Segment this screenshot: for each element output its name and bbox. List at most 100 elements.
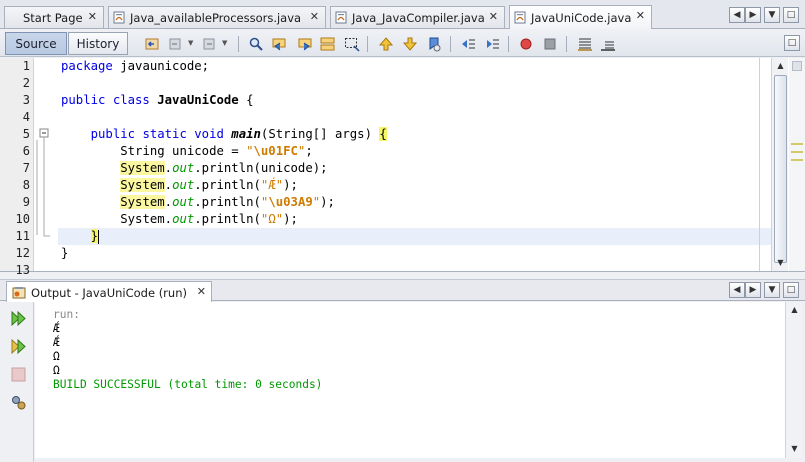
toolbar-separator: [450, 36, 451, 52]
scroll-tabs-left-button[interactable]: ◀: [729, 282, 745, 298]
forward-dropdown-icon[interactable]: ▼: [222, 39, 227, 47]
right-margin-line: [759, 58, 760, 271]
find-next-icon[interactable]: [296, 36, 312, 52]
previous-bookmark-icon[interactable]: [378, 36, 394, 52]
tab-javaunicode[interactable]: JavaUniCode.java ✕: [509, 5, 652, 29]
toggle-highlight-icon[interactable]: [320, 36, 336, 52]
toolbar-separator: [367, 36, 368, 52]
back-dropdown-icon[interactable]: ▼: [188, 39, 193, 47]
code-line-12: }: [61, 246, 69, 260]
line-number: 6: [22, 144, 30, 158]
output-line: Ω: [53, 350, 60, 363]
close-icon[interactable]: ✕: [197, 285, 206, 298]
toggle-bookmark-icon[interactable]: [426, 36, 442, 52]
tab-label: Java_JavaCompiler.java: [352, 10, 485, 25]
output-window-icon: [12, 286, 26, 298]
text-caret: [98, 229, 100, 244]
output-line: run:: [53, 308, 80, 321]
output-line: Ǽ: [53, 336, 60, 349]
code-line-5: public static void main(String[] args) {: [90, 127, 387, 141]
back-icon[interactable]: [168, 36, 184, 52]
error-stripe: [789, 58, 805, 271]
tab-label: Start Page: [23, 10, 83, 25]
editor-vertical-scrollbar[interactable]: ▲ ▼: [771, 58, 788, 271]
occurrence-mark[interactable]: [791, 151, 803, 153]
tab-java-javacompiler[interactable]: Java_JavaCompiler.java ✕: [330, 6, 505, 28]
stop-icon[interactable]: [10, 366, 27, 383]
next-bookmark-icon[interactable]: [402, 36, 418, 52]
line-number: 2: [22, 76, 30, 90]
scroll-up-button[interactable]: ▲: [787, 303, 802, 317]
scroll-down-button[interactable]: ▼: [773, 256, 788, 270]
find-selection-icon[interactable]: [248, 36, 264, 52]
uncomment-icon[interactable]: [600, 36, 616, 52]
shift-left-icon[interactable]: [460, 36, 476, 52]
java-file-icon: [514, 11, 526, 24]
output-console[interactable]: run: Ǽ Ǽ Ω Ω BUILD SUCCESSFUL (total tim…: [35, 302, 785, 458]
stop-macro-icon[interactable]: [542, 36, 558, 52]
show-opened-documents-button[interactable]: ▼: [764, 7, 780, 23]
close-icon[interactable]: ✕: [489, 10, 498, 23]
last-edit-icon[interactable]: [144, 36, 160, 52]
forward-icon[interactable]: [201, 36, 217, 52]
tab-start-page[interactable]: Start Page ✕: [4, 6, 104, 28]
toolbar-separator: [508, 36, 509, 52]
find-previous-icon[interactable]: [272, 36, 288, 52]
code-editor[interactable]: 1 2 3 4 5 6 7 8 9 10 11 12 13 package ja…: [0, 58, 805, 277]
code-line-8: System.out.println("Ǽ");: [120, 178, 298, 192]
occurrence-mark[interactable]: [791, 159, 803, 161]
output-line: Ω: [53, 364, 60, 377]
scroll-down-button[interactable]: ▼: [787, 442, 802, 456]
split-editor-button[interactable]: □: [784, 35, 800, 51]
editor-toolbar: Source History ▼ ▼ □: [0, 30, 805, 57]
java-file-icon: [335, 11, 347, 24]
line-number: 8: [22, 178, 30, 192]
code-line-6: String unicode = "\u01FC";: [120, 144, 313, 158]
start-macro-icon[interactable]: [518, 36, 534, 52]
close-icon[interactable]: ✕: [88, 10, 97, 23]
tab-label: Java_availableProcessors.java: [130, 10, 302, 25]
code-text-area[interactable]: package javaunicode; public class JavaUn…: [58, 58, 771, 271]
close-icon[interactable]: ✕: [310, 10, 319, 23]
code-line-3: public class JavaUniCode {: [61, 93, 254, 107]
scroll-tabs-right-button[interactable]: ▶: [745, 282, 761, 298]
line-number: 13: [15, 263, 30, 277]
scrollbar-thumb[interactable]: [774, 75, 787, 263]
tab-output-javaunicode[interactable]: Output - JavaUniCode (run) ✕: [6, 281, 212, 303]
source-view-button[interactable]: Source: [5, 32, 67, 55]
tab-java-availableprocessors[interactable]: Java_availableProcessors.java ✕: [108, 6, 326, 28]
line-number: 3: [22, 93, 30, 107]
output-line: Ǽ: [53, 322, 60, 335]
scroll-tabs-left-button[interactable]: ◀: [729, 7, 745, 23]
code-line-11: }: [90, 229, 100, 244]
error-status-icon: [792, 61, 802, 71]
code-line-7: System.out.println(unicode);: [120, 161, 328, 175]
line-number: 9: [22, 195, 30, 209]
rerun-with-params-icon[interactable]: [10, 338, 27, 355]
scroll-up-button[interactable]: ▲: [773, 59, 788, 73]
settings-icon[interactable]: [10, 394, 27, 411]
toolbar-separator: [566, 36, 567, 52]
maximize-window-button[interactable]: □: [783, 7, 799, 23]
scroll-tabs-right-button[interactable]: ▶: [745, 7, 761, 23]
close-icon[interactable]: ✕: [636, 9, 645, 22]
output-vertical-scrollbar[interactable]: ▲ ▼: [785, 302, 802, 458]
line-number: 11: [15, 229, 30, 243]
occurrence-mark[interactable]: [791, 143, 803, 145]
build-status-line: BUILD SUCCESSFUL (total time: 0 seconds): [53, 378, 323, 391]
toggle-rect-select-icon[interactable]: [344, 36, 360, 52]
output-toolbar: [0, 302, 34, 462]
shift-right-icon[interactable]: [484, 36, 500, 52]
maximize-window-button[interactable]: □: [783, 282, 799, 298]
java-file-icon: [113, 11, 125, 24]
line-number-gutter: 1 2 3 4 5 6 7 8 9 10 11 12 13: [0, 58, 34, 277]
line-number: 1: [22, 59, 30, 73]
line-number: 12: [15, 246, 30, 260]
code-line-1: package javaunicode;: [61, 59, 210, 73]
editor-tab-bar: Start Page ✕ Java_availableProcessors.ja…: [0, 0, 805, 29]
history-view-button[interactable]: History: [68, 32, 128, 55]
line-number: 10: [15, 212, 30, 226]
comment-icon[interactable]: [577, 36, 593, 52]
show-opened-documents-button[interactable]: ▼: [764, 282, 780, 298]
rerun-icon[interactable]: [10, 310, 27, 327]
